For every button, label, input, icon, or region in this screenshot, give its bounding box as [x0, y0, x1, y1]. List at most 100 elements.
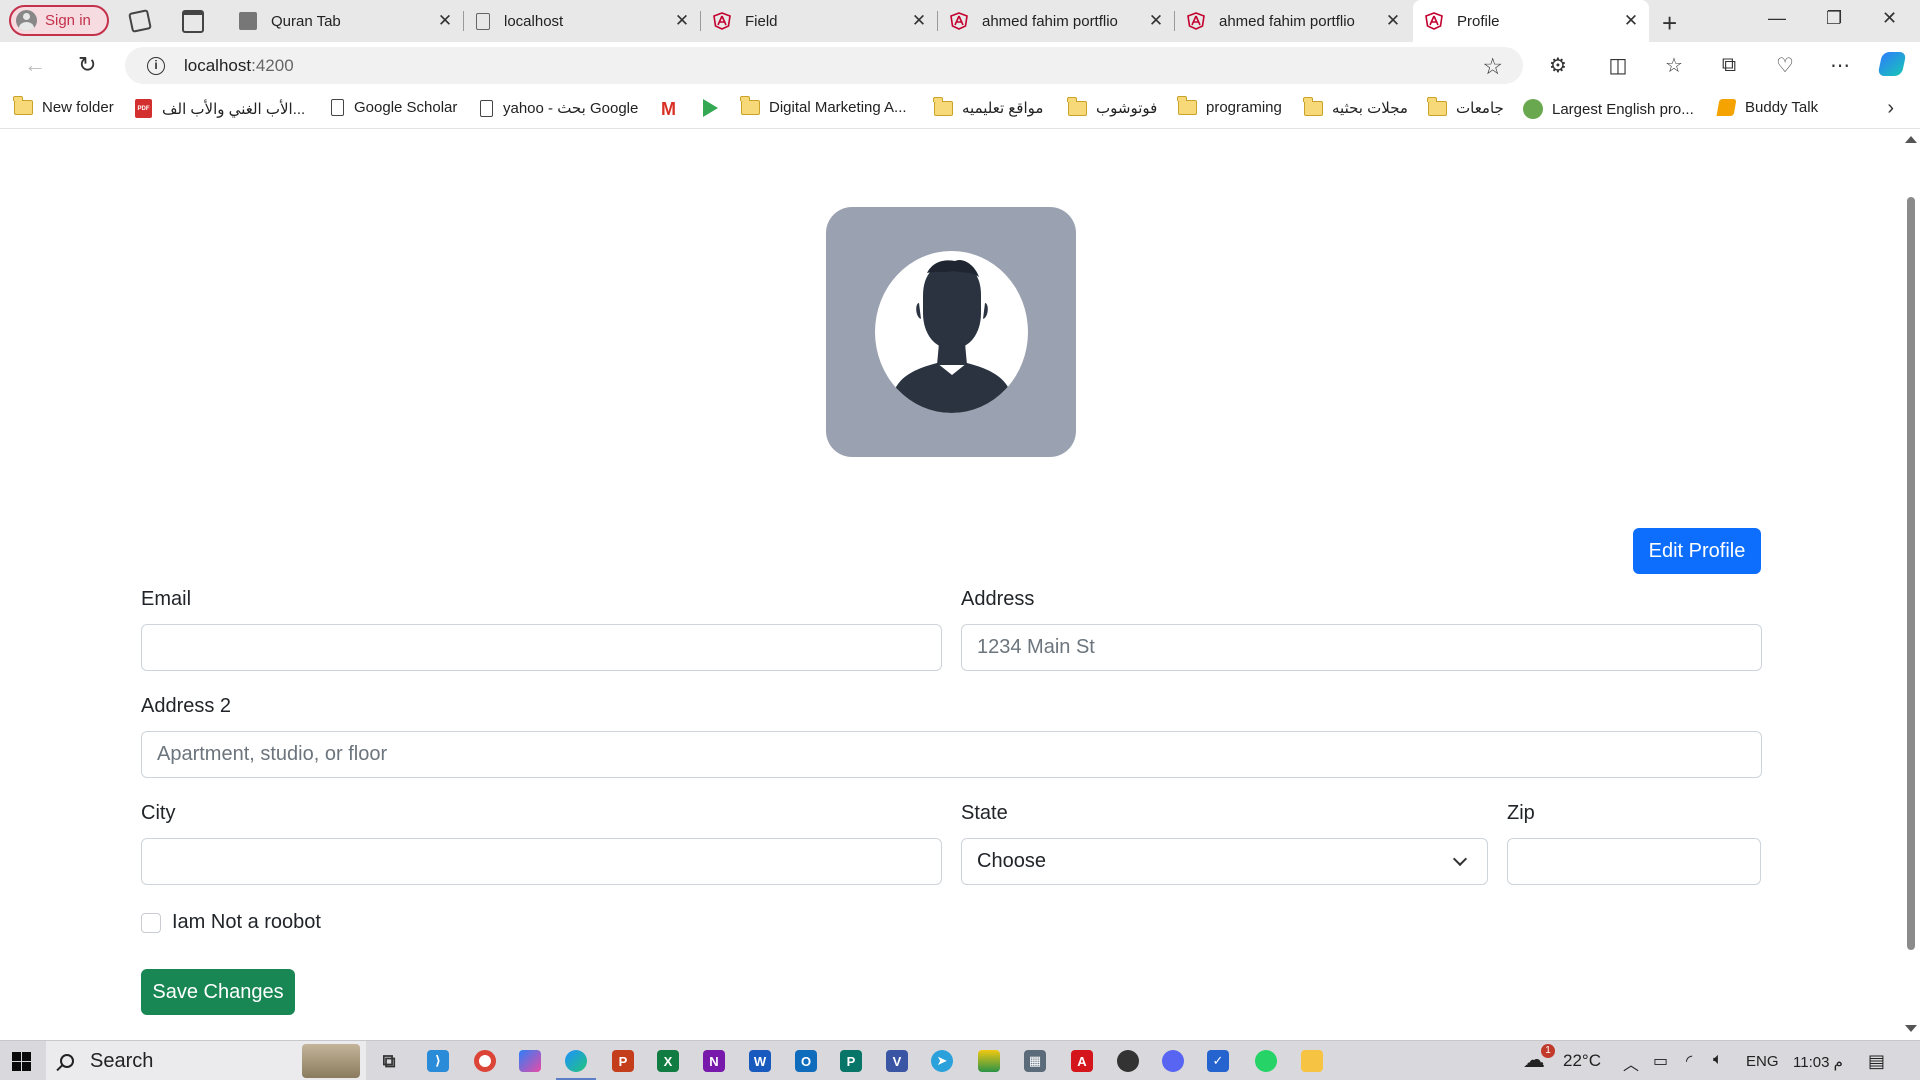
- calculator-icon[interactable]: ▦: [1024, 1050, 1046, 1072]
- site-info-icon[interactable]: i: [147, 56, 165, 75]
- battery-icon[interactable]: ▭: [1653, 1051, 1668, 1071]
- bookmark-label: الأب الغني والأب الف...: [162, 100, 306, 118]
- obs-icon[interactable]: [1117, 1050, 1139, 1072]
- state-select[interactable]: Choose: [961, 838, 1488, 885]
- folder-icon: [1177, 96, 1197, 115]
- tab-portfolio-2[interactable]: ahmed fahim portflio ✕: [1175, 0, 1411, 42]
- bookmark-gmail[interactable]: M: [661, 99, 676, 120]
- chevron-up-icon[interactable]: ︿: [1623, 1051, 1639, 1075]
- buddy-icon: [1716, 99, 1737, 116]
- file-explorer-icon[interactable]: [1301, 1050, 1323, 1072]
- more-options-icon[interactable]: ⋯: [1827, 52, 1853, 78]
- close-tab-icon[interactable]: ✕: [433, 11, 457, 31]
- zip-field[interactable]: [1507, 838, 1761, 885]
- tab-portfolio-1[interactable]: ahmed fahim portflio ✕: [938, 0, 1175, 42]
- tab-title: ahmed fahim portflio: [982, 12, 1118, 30]
- scrollbar-thumb[interactable]: [1907, 197, 1915, 950]
- bluestacks-icon[interactable]: [978, 1050, 1000, 1072]
- powerpoint-icon[interactable]: P: [612, 1050, 634, 1072]
- tab-localhost[interactable]: localhost ✕: [464, 0, 701, 42]
- discord-icon[interactable]: [1162, 1050, 1184, 1072]
- chevron-right-icon[interactable]: ›: [1887, 97, 1894, 120]
- onenote-icon[interactable]: N: [703, 1050, 725, 1072]
- bookmark-research-journals[interactable]: مجلات بحثيه: [1303, 96, 1408, 117]
- close-tab-icon[interactable]: ✕: [1144, 11, 1168, 31]
- minimize-icon[interactable]: —: [1768, 8, 1786, 29]
- browser-essentials-icon[interactable]: ♡: [1772, 52, 1798, 78]
- acrobat-icon[interactable]: A: [1071, 1050, 1093, 1072]
- vscode-icon[interactable]: ⟩: [427, 1050, 449, 1072]
- excel-icon[interactable]: X: [657, 1050, 679, 1072]
- bookmark-google-play[interactable]: [703, 99, 718, 117]
- bookmark-label: Digital Marketing A...: [769, 99, 907, 116]
- favorite-star-icon[interactable]: ☆: [1482, 53, 1503, 80]
- bookmark-universities[interactable]: جامعات: [1427, 96, 1504, 117]
- bookmark-programing[interactable]: programing: [1177, 96, 1282, 116]
- bookmark-new-folder[interactable]: New folder: [13, 96, 114, 116]
- wifi-icon[interactable]: ◜: [1686, 1051, 1692, 1071]
- word-icon[interactable]: W: [749, 1050, 771, 1072]
- scroll-up-icon[interactable]: [1905, 136, 1917, 143]
- state-selected-value: Choose: [977, 850, 1046, 872]
- bookmark-photoshop[interactable]: فوتوشوب: [1067, 96, 1158, 117]
- address2-field[interactable]: [141, 731, 1762, 778]
- favorites-icon[interactable]: ☆: [1661, 52, 1687, 78]
- search-icon: [60, 1054, 74, 1068]
- windows-start-icon[interactable]: [12, 1052, 31, 1071]
- volume-icon[interactable]: 🔈︎: [1713, 1051, 1723, 1069]
- bookmark-pdf-book[interactable]: PDF الأب الغني والأب الف...: [135, 99, 305, 118]
- email-field[interactable]: [141, 624, 942, 671]
- close-tab-icon[interactable]: ✕: [670, 11, 694, 31]
- save-changes-button[interactable]: Save Changes: [141, 969, 295, 1015]
- sign-in-button[interactable]: Sign in: [9, 5, 109, 36]
- scroll-down-icon[interactable]: [1905, 1025, 1917, 1032]
- close-tab-icon[interactable]: ✕: [907, 11, 931, 31]
- bookmark-largest-english[interactable]: Largest English pro...: [1523, 99, 1694, 119]
- new-tab-icon[interactable]: +: [1662, 8, 1677, 39]
- edge-icon[interactable]: [556, 1050, 596, 1080]
- project-icon[interactable]: P: [840, 1050, 862, 1072]
- visio-icon[interactable]: V: [886, 1050, 908, 1072]
- reload-icon[interactable]: ↻: [78, 52, 96, 78]
- workspaces-icon[interactable]: [129, 10, 151, 32]
- close-window-icon[interactable]: ✕: [1882, 8, 1897, 29]
- close-tab-icon[interactable]: ✕: [1619, 11, 1643, 31]
- bookmark-educational-sites[interactable]: مواقع تعليميه: [933, 96, 1043, 117]
- address-field[interactable]: [961, 624, 1762, 671]
- task-view-icon[interactable]: ⧉: [378, 1050, 400, 1072]
- bookmark-digital-marketing[interactable]: Digital Marketing A...: [740, 96, 907, 116]
- robot-checkbox[interactable]: [141, 912, 161, 933]
- extensions-icon[interactable]: ⚙: [1545, 52, 1571, 78]
- tab-quran[interactable]: Quran Tab ✕: [227, 0, 464, 42]
- restore-icon[interactable]: ❐: [1826, 8, 1842, 29]
- language-indicator[interactable]: ENG: [1746, 1053, 1779, 1070]
- back-icon[interactable]: ←: [24, 52, 46, 78]
- chrome-icon[interactable]: [474, 1050, 496, 1072]
- notifications-icon[interactable]: ▤: [1868, 1051, 1885, 1072]
- taskbar-search[interactable]: Search: [46, 1041, 366, 1080]
- clock[interactable]: 11:03 م: [1793, 1053, 1843, 1071]
- tab-field[interactable]: Field ✕: [701, 0, 938, 42]
- search-highlight-image: [302, 1044, 360, 1078]
- todo-icon[interactable]: ✓: [1207, 1050, 1229, 1072]
- tab-actions-icon[interactable]: [182, 10, 204, 32]
- telegram-icon[interactable]: ➤: [931, 1050, 953, 1072]
- whatsapp-icon[interactable]: [1255, 1050, 1277, 1072]
- edit-profile-button[interactable]: Edit Profile: [1633, 528, 1761, 574]
- tab-profile[interactable]: Profile ✕: [1413, 0, 1649, 42]
- split-screen-icon[interactable]: ◫: [1605, 52, 1631, 78]
- tab-title: Field: [745, 12, 778, 30]
- bookmark-label: فوتوشوب: [1096, 100, 1158, 117]
- copilot-app-icon[interactable]: [519, 1050, 541, 1072]
- bookmark-yahoo-google[interactable]: yahoo - بحث Google: [480, 99, 638, 117]
- weather-temperature[interactable]: 22°C: [1563, 1051, 1601, 1071]
- copilot-icon[interactable]: [1877, 52, 1907, 76]
- city-field[interactable]: [141, 838, 942, 885]
- close-tab-icon[interactable]: ✕: [1381, 11, 1405, 31]
- bookmark-google-scholar[interactable]: Google Scholar: [331, 99, 457, 116]
- address-bar[interactable]: i localhost:4200 ☆: [125, 47, 1523, 84]
- outlook-icon[interactable]: O: [795, 1050, 817, 1072]
- collections-icon[interactable]: ⧉: [1716, 52, 1742, 78]
- bookmark-buddy-talk[interactable]: Buddy Talk: [1716, 99, 1818, 116]
- page-scrollbar[interactable]: [1900, 130, 1920, 1036]
